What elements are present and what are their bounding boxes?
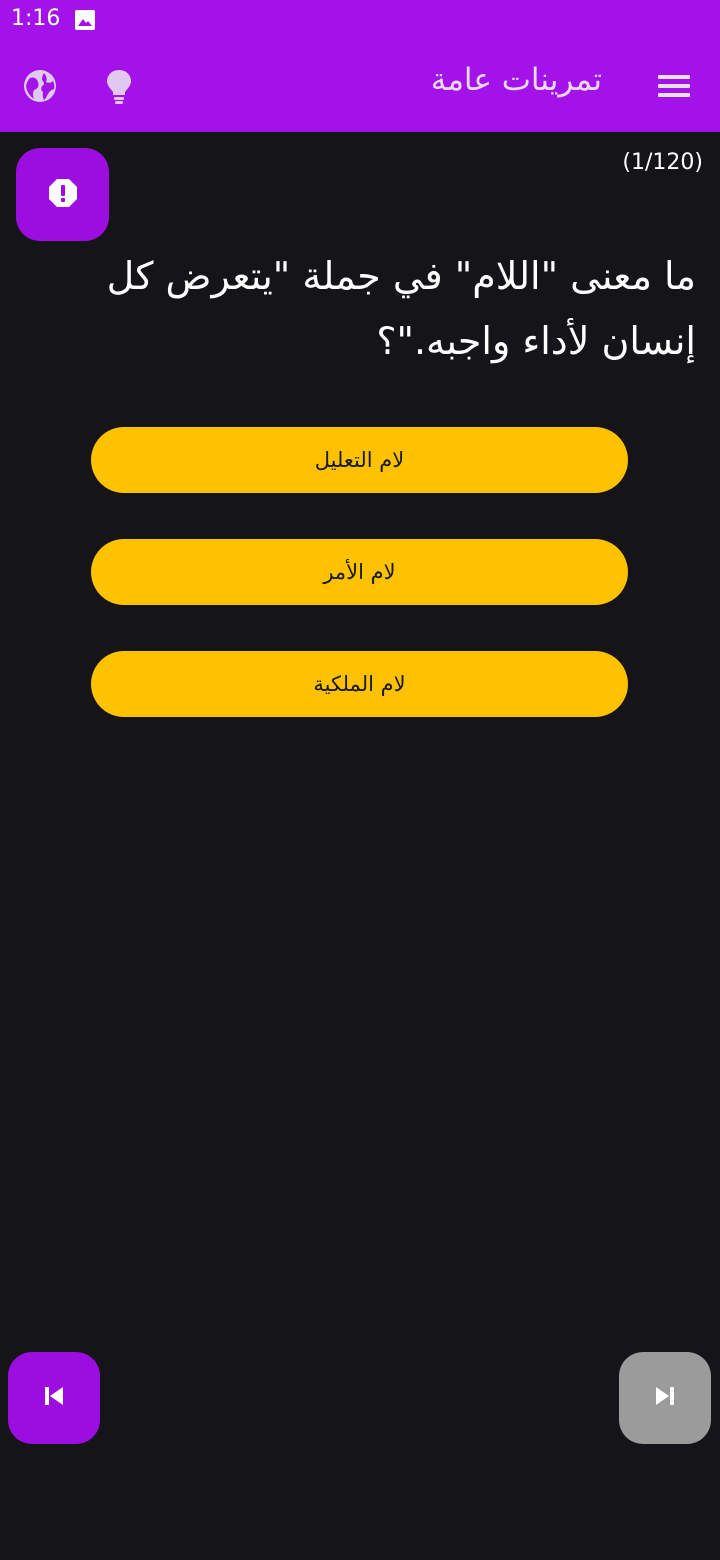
status-time: 1:16 [11,6,61,31]
menu-icon[interactable] [652,66,696,106]
image-icon [74,9,96,31]
answer-option-2[interactable]: لام الأمر [91,539,628,605]
status-bar: 1:16 [0,0,720,40]
answer-option-3[interactable]: لام الملكية [91,651,628,717]
globe-icon[interactable] [20,66,60,106]
answers-list: لام التعليل لام الأمر لام الملكية [91,427,628,763]
question-text: ما معنى "اللام" في جملة "يتعرض كل إنسان … [106,254,696,363]
previous-question-button[interactable] [8,1352,100,1444]
skip-next-icon [653,1384,677,1412]
next-question-button[interactable] [619,1352,711,1444]
app-bar: تمرينات عامة [0,40,720,132]
report-button[interactable] [16,148,109,241]
report-warning-icon [47,177,79,213]
lightbulb-icon[interactable] [99,66,139,106]
question-counter: (1/120) [622,150,703,175]
skip-previous-icon [42,1384,66,1412]
answer-option-1[interactable]: لام التعليل [91,427,628,493]
app-title: تمرينات عامة [430,62,602,98]
